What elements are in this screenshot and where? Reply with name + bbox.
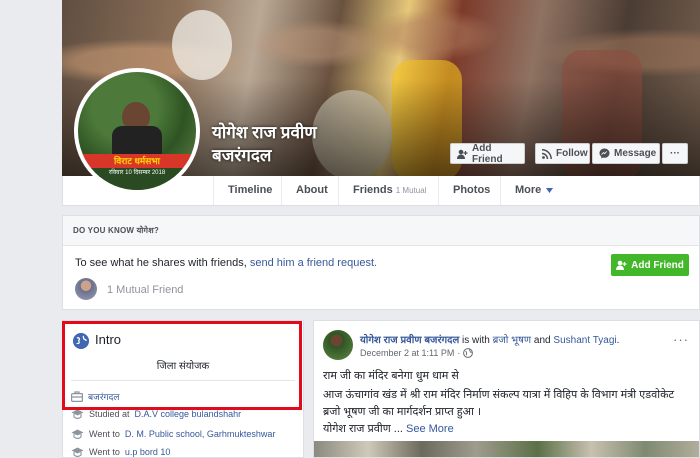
intro-went2-link[interactable]: u.p bord 10 xyxy=(125,447,171,457)
tab-label: More xyxy=(515,184,542,196)
tab-sublabel: 1 Mutual xyxy=(395,186,427,195)
tab-about[interactable]: About xyxy=(281,176,337,205)
add-friend-icon xyxy=(616,260,627,270)
add-friend-icon xyxy=(457,149,468,159)
do-you-know-text: To see what he shares with friends, send… xyxy=(75,257,377,269)
timeline-post: योगेश राज प्रवीण बजरंगदल is with ब्रजो भ… xyxy=(313,320,700,458)
avatar-figure-body xyxy=(112,126,162,156)
avatar-banner: विराट धर्मसभा xyxy=(78,154,196,168)
intro-went2-row: Went to u.p bord 10 xyxy=(71,447,170,457)
see-more-link[interactable]: See More xyxy=(406,423,454,435)
post-author-avatar[interactable] xyxy=(323,330,353,360)
intro-studied-prefix: Studied at xyxy=(89,409,130,419)
intro-studied-link[interactable]: D.A.V college bulandshahr xyxy=(135,409,242,419)
profile-name-line1[interactable]: योगेश राज प्रवीण xyxy=(212,121,317,144)
add-friend-button[interactable]: Add Friend xyxy=(450,142,525,165)
profile-name-line2[interactable]: बजरंगदल xyxy=(212,144,317,167)
avatar-banner-sub: रविवार 10 दिसम्बर 2018 xyxy=(78,168,196,190)
do-you-know-heading: DO YOU KNOW योगेश? xyxy=(63,216,699,246)
graduation-cap-icon xyxy=(71,447,84,457)
meta-separator: · xyxy=(457,348,461,358)
chevron-down-icon xyxy=(546,187,554,193)
divider xyxy=(71,380,295,381)
messenger-icon xyxy=(599,148,610,159)
post-and-text: and xyxy=(531,335,554,346)
tab-photos[interactable]: Photos xyxy=(438,176,500,205)
globe-icon xyxy=(73,333,89,349)
do-you-know-prefix: To see what he shares with friends, xyxy=(75,257,250,269)
post-text-line: राम जी का मंदिर बनेगा धुम धाम से xyxy=(323,370,459,382)
tab-friends[interactable]: Friends 1 Mutual xyxy=(338,176,438,205)
add-friend-label: Add Friend xyxy=(472,142,503,165)
post-text-last: योगेश राज प्रवीण ... See More xyxy=(323,421,454,436)
intro-went1-prefix: Went to xyxy=(89,429,120,439)
graduation-cap-icon xyxy=(71,429,84,439)
public-globe-icon[interactable] xyxy=(463,348,474,358)
briefcase-icon xyxy=(71,391,83,402)
tab-label: Timeline xyxy=(228,184,273,196)
post-period: . xyxy=(616,335,620,346)
post-text-line: योगेश राज प्रवीण ... xyxy=(323,423,403,435)
add-friend-green-label: Add Friend xyxy=(631,259,684,271)
intro-work-link[interactable]: बजरंगदल xyxy=(88,390,119,403)
profile-name[interactable]: योगेश राज प्रवीण बजरंगदल xyxy=(212,121,317,167)
post-tag-link[interactable]: ब्रजो भूषण xyxy=(493,335,532,346)
profile-picture[interactable]: विराट धर्मसभा रविवार 10 दिसम्बर 2018 xyxy=(74,68,200,194)
cover-figure xyxy=(172,10,232,80)
profile-picture-image: विराट धर्मसभा रविवार 10 दिसम्बर 2018 xyxy=(78,72,196,190)
intro-work-row: बजरंगदल xyxy=(71,390,119,403)
cover-figure xyxy=(312,90,392,176)
more-options-button[interactable]: ··· xyxy=(662,143,688,164)
follow-button[interactable]: Follow xyxy=(535,143,590,164)
follow-label: Follow xyxy=(556,148,588,159)
post-author-link[interactable]: योगेश राज प्रवीण बजरंगदल xyxy=(360,335,459,346)
tab-label: Photos xyxy=(453,184,491,196)
send-friend-request-link[interactable]: send him a friend request. xyxy=(250,257,377,269)
message-button[interactable]: Message xyxy=(592,143,660,164)
intro-went1-link[interactable]: D. M. Public school, Garhmukteshwar xyxy=(125,429,276,439)
more-options-label: ··· xyxy=(670,148,680,159)
post-with-text: is with xyxy=(459,335,493,346)
intro-bio: जिला संयोजक xyxy=(156,361,210,372)
do-you-know-box: DO YOU KNOW योगेश? To see what he shares… xyxy=(62,215,700,310)
tab-more[interactable]: More xyxy=(500,176,560,205)
post-text-line: आज ऊंचागांव खंड में श्री राम मंदिर निर्म… xyxy=(323,389,675,401)
post-tag-link[interactable]: Sushant Tyagi xyxy=(553,335,616,346)
post-photo[interactable] xyxy=(314,441,699,457)
intro-went1-row: Went to D. M. Public school, Garhmuktesh… xyxy=(71,429,275,439)
message-label: Message xyxy=(614,148,657,159)
post-meta: December 2 at 1:11 PM · xyxy=(360,348,474,358)
post-options-button[interactable]: ··· xyxy=(673,332,689,347)
tab-timeline[interactable]: Timeline xyxy=(213,176,273,205)
post-header: योगेश राज प्रवीण बजरंगदल is with ब्रजो भ… xyxy=(360,332,619,346)
add-friend-green-button[interactable]: Add Friend xyxy=(611,254,689,276)
tab-label: About xyxy=(296,184,328,196)
intro-title: Intro xyxy=(95,332,122,347)
tab-label: Friends xyxy=(353,184,393,196)
mutual-friend-avatar[interactable] xyxy=(75,278,97,300)
post-timestamp[interactable]: December 2 at 1:11 PM xyxy=(360,348,454,358)
rss-icon xyxy=(542,148,552,159)
graduation-cap-icon xyxy=(71,409,84,419)
mutual-friend-count[interactable]: 1 Mutual Friend xyxy=(107,284,183,296)
intro-studied-row: Studied at D.A.V college bulandshahr xyxy=(71,409,241,419)
intro-went2-prefix: Went to xyxy=(89,447,120,457)
post-text-line: ब्रजो भूषण जी का मार्गदर्शन प्राप्त हुआ … xyxy=(323,406,482,418)
intro-card: Intro जिला संयोजक बजरंगदल Studied at D.A… xyxy=(62,320,304,458)
